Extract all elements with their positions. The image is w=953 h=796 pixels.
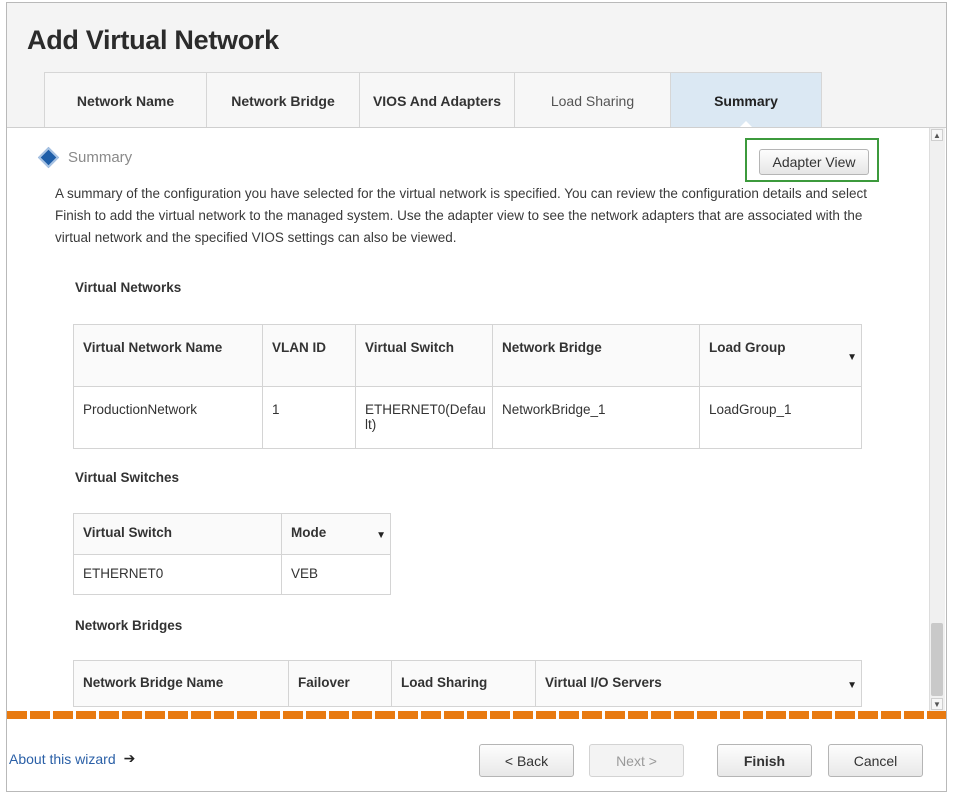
about-wizard-label: About this wizard: [9, 750, 116, 767]
caret-down-icon[interactable]: ▼: [847, 352, 857, 363]
column-header[interactable]: Virtual Network Name: [73, 324, 263, 387]
column-header[interactable]: Load Group ▼: [699, 324, 862, 387]
column-header-label: Load Group: [709, 340, 786, 355]
network-bridges-table: Network Bridge Name Failover Load Sharin…: [73, 660, 862, 707]
summary-content: Summary Adapter View A summary of the co…: [7, 128, 928, 711]
tab-network-bridge[interactable]: Network Bridge: [206, 72, 360, 128]
diamond-info-icon: [37, 146, 60, 169]
table-cell: ETHERNET0(Default): [355, 386, 493, 449]
column-header[interactable]: Load Sharing: [391, 660, 536, 707]
wizard-footer: About this wizard ➔ < Back Next > Finish…: [7, 719, 946, 791]
table-cell: NetworkBridge_1: [492, 386, 700, 449]
column-header[interactable]: Network Bridge: [492, 324, 700, 387]
wizard-tabs: Network Name Network Bridge VIOS And Ada…: [44, 72, 822, 128]
wizard-window: Add Virtual Network Network Name Network…: [6, 2, 947, 792]
wizard-header: Add Virtual Network Network Name Network…: [7, 3, 946, 128]
column-header[interactable]: Virtual Switch: [355, 324, 493, 387]
network-bridges-heading: Network Bridges: [75, 618, 183, 633]
tab-vios-and-adapters[interactable]: VIOS And Adapters: [359, 72, 515, 128]
column-header-label: Mode: [291, 525, 327, 540]
table-cell: ETHERNET0: [73, 554, 282, 595]
virtual-networks-table: Virtual Network Name VLAN ID Virtual Swi…: [73, 324, 862, 449]
wizard-title: Add Virtual Network: [27, 25, 279, 55]
arrow-right-icon: ➔: [123, 750, 136, 766]
scroll-thumb[interactable]: [931, 623, 943, 696]
column-header-label: Virtual I/O Servers: [545, 675, 662, 690]
section-title: Summary: [68, 149, 133, 166]
table-row[interactable]: ProductionNetwork 1 ETHERNET0(Default) N…: [73, 386, 862, 449]
table-cell: LoadGroup_1: [699, 386, 862, 449]
adapter-view-button[interactable]: Adapter View: [759, 149, 869, 175]
finish-button[interactable]: Finish: [717, 744, 812, 777]
column-header[interactable]: Network Bridge Name: [73, 660, 289, 707]
virtual-networks-heading: Virtual Networks: [75, 280, 182, 295]
cancel-button[interactable]: Cancel: [828, 744, 923, 777]
section-header: Summary: [37, 146, 133, 169]
table-cell: VEB: [281, 554, 391, 595]
caret-down-icon[interactable]: ▼: [376, 530, 386, 541]
adapter-view-highlight: Adapter View: [745, 138, 879, 182]
table-header-row: Virtual Switch Mode ▼: [73, 513, 391, 555]
virtual-switches-table: Virtual Switch Mode ▼ ETHERNET0 VEB: [73, 513, 391, 595]
next-button[interactable]: Next >: [589, 744, 684, 777]
caret-down-icon[interactable]: ▼: [847, 680, 857, 691]
column-header[interactable]: Virtual Switch: [73, 513, 282, 555]
table-cell: ProductionNetwork: [73, 386, 263, 449]
virtual-switches-heading: Virtual Switches: [75, 470, 180, 485]
table-header-row: Virtual Network Name VLAN ID Virtual Swi…: [73, 324, 862, 387]
column-header[interactable]: Mode ▼: [281, 513, 391, 555]
table-header-row: Network Bridge Name Failover Load Sharin…: [73, 660, 862, 707]
tab-network-name[interactable]: Network Name: [44, 72, 207, 128]
column-header[interactable]: VLAN ID: [262, 324, 356, 387]
tab-summary[interactable]: Summary: [670, 72, 822, 128]
column-header[interactable]: Failover: [288, 660, 392, 707]
vertical-scrollbar[interactable]: ▲ ▼: [929, 128, 945, 711]
scroll-down-icon[interactable]: ▼: [931, 698, 943, 710]
footer-divider: [7, 711, 946, 719]
column-header[interactable]: Virtual I/O Servers ▼: [535, 660, 862, 707]
about-wizard-link[interactable]: About this wizard ➔: [9, 750, 135, 767]
table-row[interactable]: ETHERNET0 VEB: [73, 554, 391, 595]
back-button[interactable]: < Back: [479, 744, 574, 777]
scroll-up-icon[interactable]: ▲: [931, 129, 943, 141]
table-cell: 1: [262, 386, 356, 449]
tab-load-sharing[interactable]: Load Sharing: [514, 72, 671, 128]
summary-description: A summary of the configuration you have …: [55, 186, 867, 245]
